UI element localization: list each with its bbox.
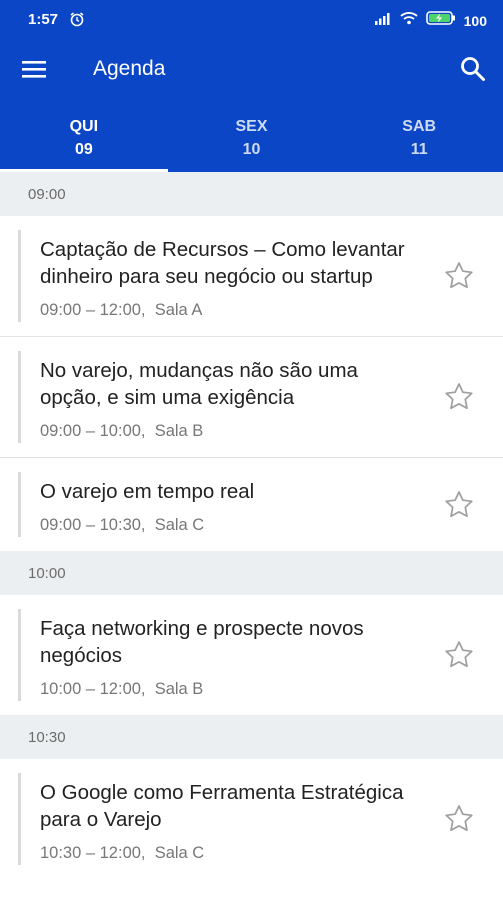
- battery-level: 100: [463, 12, 487, 29]
- session-title: O Google como Ferramenta Estratégica par…: [40, 781, 404, 831]
- session-meta: 10:00 – 12:00, Sala B: [0, 669, 503, 715]
- session-item[interactable]: Faça networking e prospecte novos negóci…: [0, 595, 503, 715]
- time-header: 09:00: [0, 172, 503, 216]
- tab-saturday[interactable]: SAB 11: [335, 102, 503, 172]
- session-meta: 09:00 – 10:30, Sala C: [0, 505, 503, 551]
- star-icon[interactable]: [443, 639, 475, 671]
- session-meta: 09:00 – 10:00, Sala B: [0, 411, 503, 457]
- track-bar: [18, 773, 21, 865]
- session-title: No varejo, mudanças não são uma opção, e…: [40, 359, 358, 409]
- session-time: 10:00 – 12:00,: [40, 680, 146, 698]
- wifi-icon: [400, 11, 418, 30]
- page-title: Agenda: [93, 57, 166, 80]
- status-bar: 1:57 100: [0, 0, 503, 38]
- tab-dow: QUI: [69, 118, 99, 135]
- tab-dow: SAB: [402, 118, 437, 135]
- track-bar: [18, 351, 21, 443]
- session-title: O varejo em tempo real: [40, 480, 255, 503]
- tab-dow: SEX: [235, 118, 268, 135]
- session-item[interactable]: O varejo em tempo real 09:00 – 10:30, Sa…: [0, 458, 503, 551]
- search-icon[interactable]: [459, 55, 487, 88]
- tab-thursday[interactable]: QUI 09: [0, 102, 168, 172]
- battery-icon: [425, 10, 456, 31]
- session-item[interactable]: Captação de Recursos – Como levantar din…: [0, 216, 503, 337]
- session-time: 09:00 – 12:00,: [40, 301, 146, 319]
- signal-icon: [374, 11, 392, 30]
- session-room: Sala C: [154, 844, 205, 862]
- day-tabs: QUI 09 SEX 10 SAB 11: [0, 102, 503, 172]
- track-bar: [18, 230, 21, 322]
- star-icon[interactable]: [443, 489, 475, 521]
- session-title: Faça networking e prospecte novos negóci…: [40, 617, 364, 667]
- session-meta: 10:30 – 12:00, Sala C: [0, 833, 503, 879]
- star-icon[interactable]: [443, 260, 475, 292]
- tab-day: 09: [74, 141, 93, 158]
- alarm-icon: [69, 11, 85, 32]
- session-room: Sala C: [154, 516, 205, 534]
- session-room: Sala B: [154, 422, 204, 440]
- tab-friday[interactable]: SEX 10: [168, 102, 336, 172]
- track-bar: [18, 472, 21, 537]
- session-item[interactable]: O Google como Ferramenta Estratégica par…: [0, 759, 503, 879]
- status-time: 1:57: [28, 11, 59, 28]
- session-room: Sala B: [154, 680, 204, 698]
- track-bar: [18, 609, 21, 701]
- session-room: Sala A: [154, 301, 203, 319]
- menu-icon[interactable]: [22, 58, 48, 80]
- tab-day: 10: [242, 141, 261, 158]
- session-time: 10:30 – 12:00,: [40, 844, 146, 862]
- session-meta: 09:00 – 12:00, Sala A: [0, 290, 503, 336]
- time-header: 10:00: [0, 551, 503, 595]
- session-time: 09:00 – 10:00,: [40, 422, 146, 440]
- agenda-list: 09:00 Captação de Recursos – Como levant…: [0, 172, 503, 879]
- time-header: 10:30: [0, 715, 503, 759]
- session-time: 09:00 – 10:30,: [40, 516, 146, 534]
- star-icon[interactable]: [443, 803, 475, 835]
- star-icon[interactable]: [443, 381, 475, 413]
- session-item[interactable]: No varejo, mudanças não são uma opção, e…: [0, 337, 503, 458]
- app-bar: Agenda: [0, 38, 503, 102]
- session-title: Captação de Recursos – Como levantar din…: [40, 238, 405, 288]
- tab-day: 11: [410, 141, 428, 158]
